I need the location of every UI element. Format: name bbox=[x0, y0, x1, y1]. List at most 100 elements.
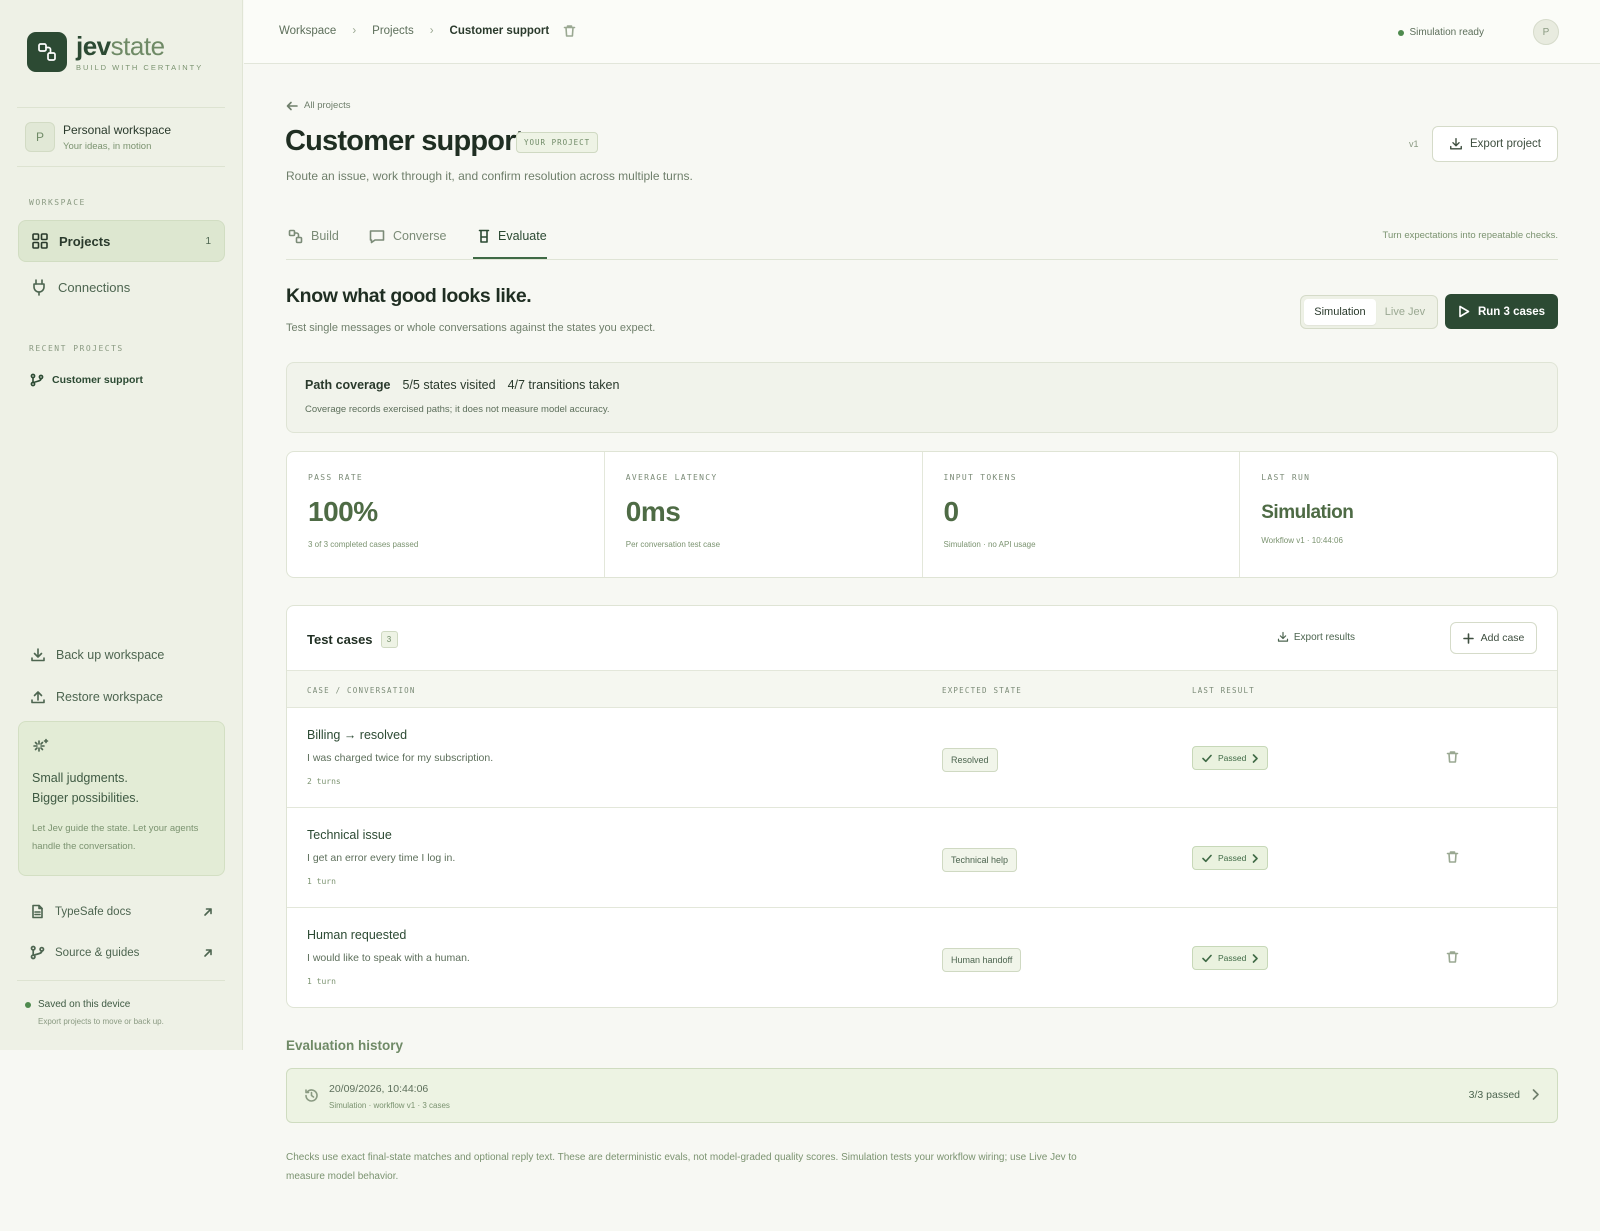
trash-icon bbox=[1446, 751, 1459, 763]
sidebar-item-label: Connections bbox=[58, 279, 131, 295]
recent-project-customer-support[interactable]: Customer support bbox=[30, 373, 143, 387]
doc-icon bbox=[32, 904, 43, 919]
run-cases-button[interactable]: Run 3 cases bbox=[1445, 294, 1558, 329]
mode-live-jev[interactable]: Live Jev bbox=[1376, 299, 1434, 325]
simulation-status: Simulation ready bbox=[1397, 27, 1484, 38]
table-row[interactable]: Human requested I would like to speak wi… bbox=[287, 908, 1557, 1007]
brand-logo[interactable]: jevstate BUILD WITH CERTAINTY bbox=[27, 32, 203, 72]
projects-count: 1 bbox=[205, 235, 211, 247]
build-icon bbox=[288, 229, 303, 243]
tab-evaluate[interactable]: Evaluate bbox=[478, 222, 547, 250]
check-icon bbox=[1202, 954, 1212, 962]
coverage-label: Path coverage bbox=[305, 378, 391, 392]
brand-tagline: BUILD WITH CERTAINTY bbox=[76, 62, 204, 72]
breadcrumb-projects[interactable]: Projects bbox=[372, 25, 414, 37]
tab-bar: Build Converse Evaluate Turn expectation… bbox=[286, 212, 1558, 260]
brand-name: jevstate bbox=[76, 30, 165, 61]
case-title: Human requested bbox=[307, 928, 407, 942]
table-row[interactable]: Billing → resolved I was charged twice f… bbox=[287, 708, 1557, 808]
tab-label: Evaluate bbox=[498, 229, 547, 243]
result-label: Passed bbox=[1218, 853, 1247, 863]
divider bbox=[17, 166, 225, 167]
link-label: Source & guides bbox=[55, 946, 140, 959]
workspace-switcher[interactable]: P Personal workspace Your ideas, in moti… bbox=[25, 122, 171, 152]
case-message: I get an error every time I log in. bbox=[307, 852, 456, 864]
workspace-name: Personal workspace bbox=[63, 122, 172, 137]
stat-pass-rate: PASS RATE 100% 3 of 3 completed cases pa… bbox=[287, 452, 605, 577]
restore-workspace-button[interactable]: Restore workspace bbox=[30, 689, 163, 705]
check-icon bbox=[1202, 754, 1212, 762]
section-label-recent: RECENT PROJECTS bbox=[29, 344, 124, 353]
delete-case-button[interactable] bbox=[1446, 850, 1459, 864]
check-icon bbox=[1202, 854, 1212, 862]
source-guides-link[interactable]: Source & guides bbox=[30, 945, 213, 960]
test-cases-panel: Test cases 3 Export results Add case CAS… bbox=[286, 605, 1558, 1008]
table-row[interactable]: Technical issue I get an error every tim… bbox=[287, 808, 1557, 908]
delete-case-button[interactable] bbox=[1446, 750, 1459, 764]
stat-note: Per conversation test case bbox=[625, 540, 721, 549]
breadcrumb-workspace[interactable]: Workspace bbox=[279, 25, 336, 37]
chevron-right-icon bbox=[1253, 753, 1259, 763]
backup-label: Back up workspace bbox=[56, 648, 165, 662]
export-project-button[interactable]: Export project bbox=[1432, 126, 1558, 162]
delete-case-button[interactable] bbox=[1446, 950, 1459, 964]
stats-panel: PASS RATE 100% 3 of 3 completed cases pa… bbox=[286, 451, 1558, 578]
sidebar-item-projects[interactable]: Projects 1 bbox=[18, 220, 225, 262]
result-label: Passed bbox=[1218, 953, 1247, 963]
trash-icon bbox=[1446, 851, 1459, 863]
promo-body: Let Jev guide the state. Let your agents… bbox=[32, 823, 199, 852]
stat-value: Simulation bbox=[1261, 502, 1354, 523]
section-label-workspace: WORKSPACE bbox=[29, 198, 86, 207]
expected-state-badge: Resolved bbox=[942, 748, 998, 772]
history-entry[interactable]: 20/09/2026, 10:44:06 Simulation · workfl… bbox=[286, 1068, 1558, 1123]
result-label: Passed bbox=[1218, 753, 1247, 763]
external-arrow-icon bbox=[204, 948, 212, 957]
mode-simulation[interactable]: Simulation bbox=[1304, 299, 1376, 325]
coverage-states: 5/5 states visited bbox=[402, 378, 496, 392]
run-label: Run 3 cases bbox=[1477, 305, 1546, 318]
divider bbox=[17, 980, 225, 981]
play-icon bbox=[1459, 305, 1470, 318]
project-description: Route an issue, work through it, and con… bbox=[286, 169, 693, 183]
column-case: CASE / CONVERSATION bbox=[307, 686, 416, 695]
footnote: Checks use exact final-state matches and… bbox=[286, 1152, 1077, 1182]
case-turns: 1 turn bbox=[307, 977, 336, 986]
coverage-transitions: 4/7 transitions taken bbox=[507, 378, 620, 392]
stat-note: Simulation · no API usage bbox=[943, 540, 1036, 549]
mode-toggle: Simulation Live Jev bbox=[1300, 295, 1438, 329]
test-cases-count: 3 bbox=[380, 631, 398, 648]
link-label: TypeSafe docs bbox=[55, 905, 132, 918]
export-results-button[interactable]: Export results bbox=[1277, 631, 1355, 643]
sidebar-item-connections[interactable]: Connections bbox=[18, 266, 225, 308]
back-label: All projects bbox=[304, 100, 351, 111]
tab-build[interactable]: Build bbox=[288, 222, 339, 250]
tab-label: Build bbox=[311, 229, 339, 243]
typesafe-docs-link[interactable]: TypeSafe docs bbox=[30, 904, 213, 919]
history-icon bbox=[304, 1088, 319, 1103]
backup-workspace-button[interactable]: Back up workspace bbox=[30, 647, 164, 663]
column-expected-state: EXPECTED STATE bbox=[942, 686, 1023, 695]
user-avatar[interactable]: P bbox=[1533, 19, 1559, 45]
result-passed-button[interactable]: Passed bbox=[1192, 746, 1269, 770]
restore-label: Restore workspace bbox=[56, 690, 163, 704]
tab-converse[interactable]: Converse bbox=[369, 222, 447, 250]
logo-mark-icon bbox=[27, 32, 67, 72]
grid-icon bbox=[32, 233, 48, 249]
evaluate-subheading: Test single messages or whole conversati… bbox=[286, 322, 656, 334]
stat-last-run: LAST RUN Simulation Workflow v1 · 10:44:… bbox=[1240, 452, 1557, 577]
sidebar: jevstate BUILD WITH CERTAINTY P Personal… bbox=[0, 0, 243, 1050]
result-passed-button[interactable]: Passed bbox=[1192, 946, 1269, 970]
add-case-button[interactable]: Add case bbox=[1450, 622, 1537, 654]
trash-icon bbox=[563, 25, 576, 37]
delete-project-button[interactable] bbox=[563, 24, 576, 38]
chevron-right-icon bbox=[1532, 1089, 1539, 1100]
case-turns: 1 turn bbox=[307, 877, 336, 886]
workspace-avatar: P bbox=[25, 122, 55, 152]
tabs-hint: Turn expectations into repeatable checks… bbox=[1382, 230, 1559, 241]
result-passed-button[interactable]: Passed bbox=[1192, 846, 1269, 870]
all-projects-link[interactable]: All projects bbox=[286, 100, 350, 111]
history-date: 20/09/2026, 10:44:06 bbox=[329, 1083, 429, 1095]
breadcrumb: Workspace › Projects › Customer support bbox=[279, 24, 576, 38]
branch-icon bbox=[30, 373, 44, 387]
stat-label: AVERAGE LATENCY bbox=[625, 473, 718, 482]
